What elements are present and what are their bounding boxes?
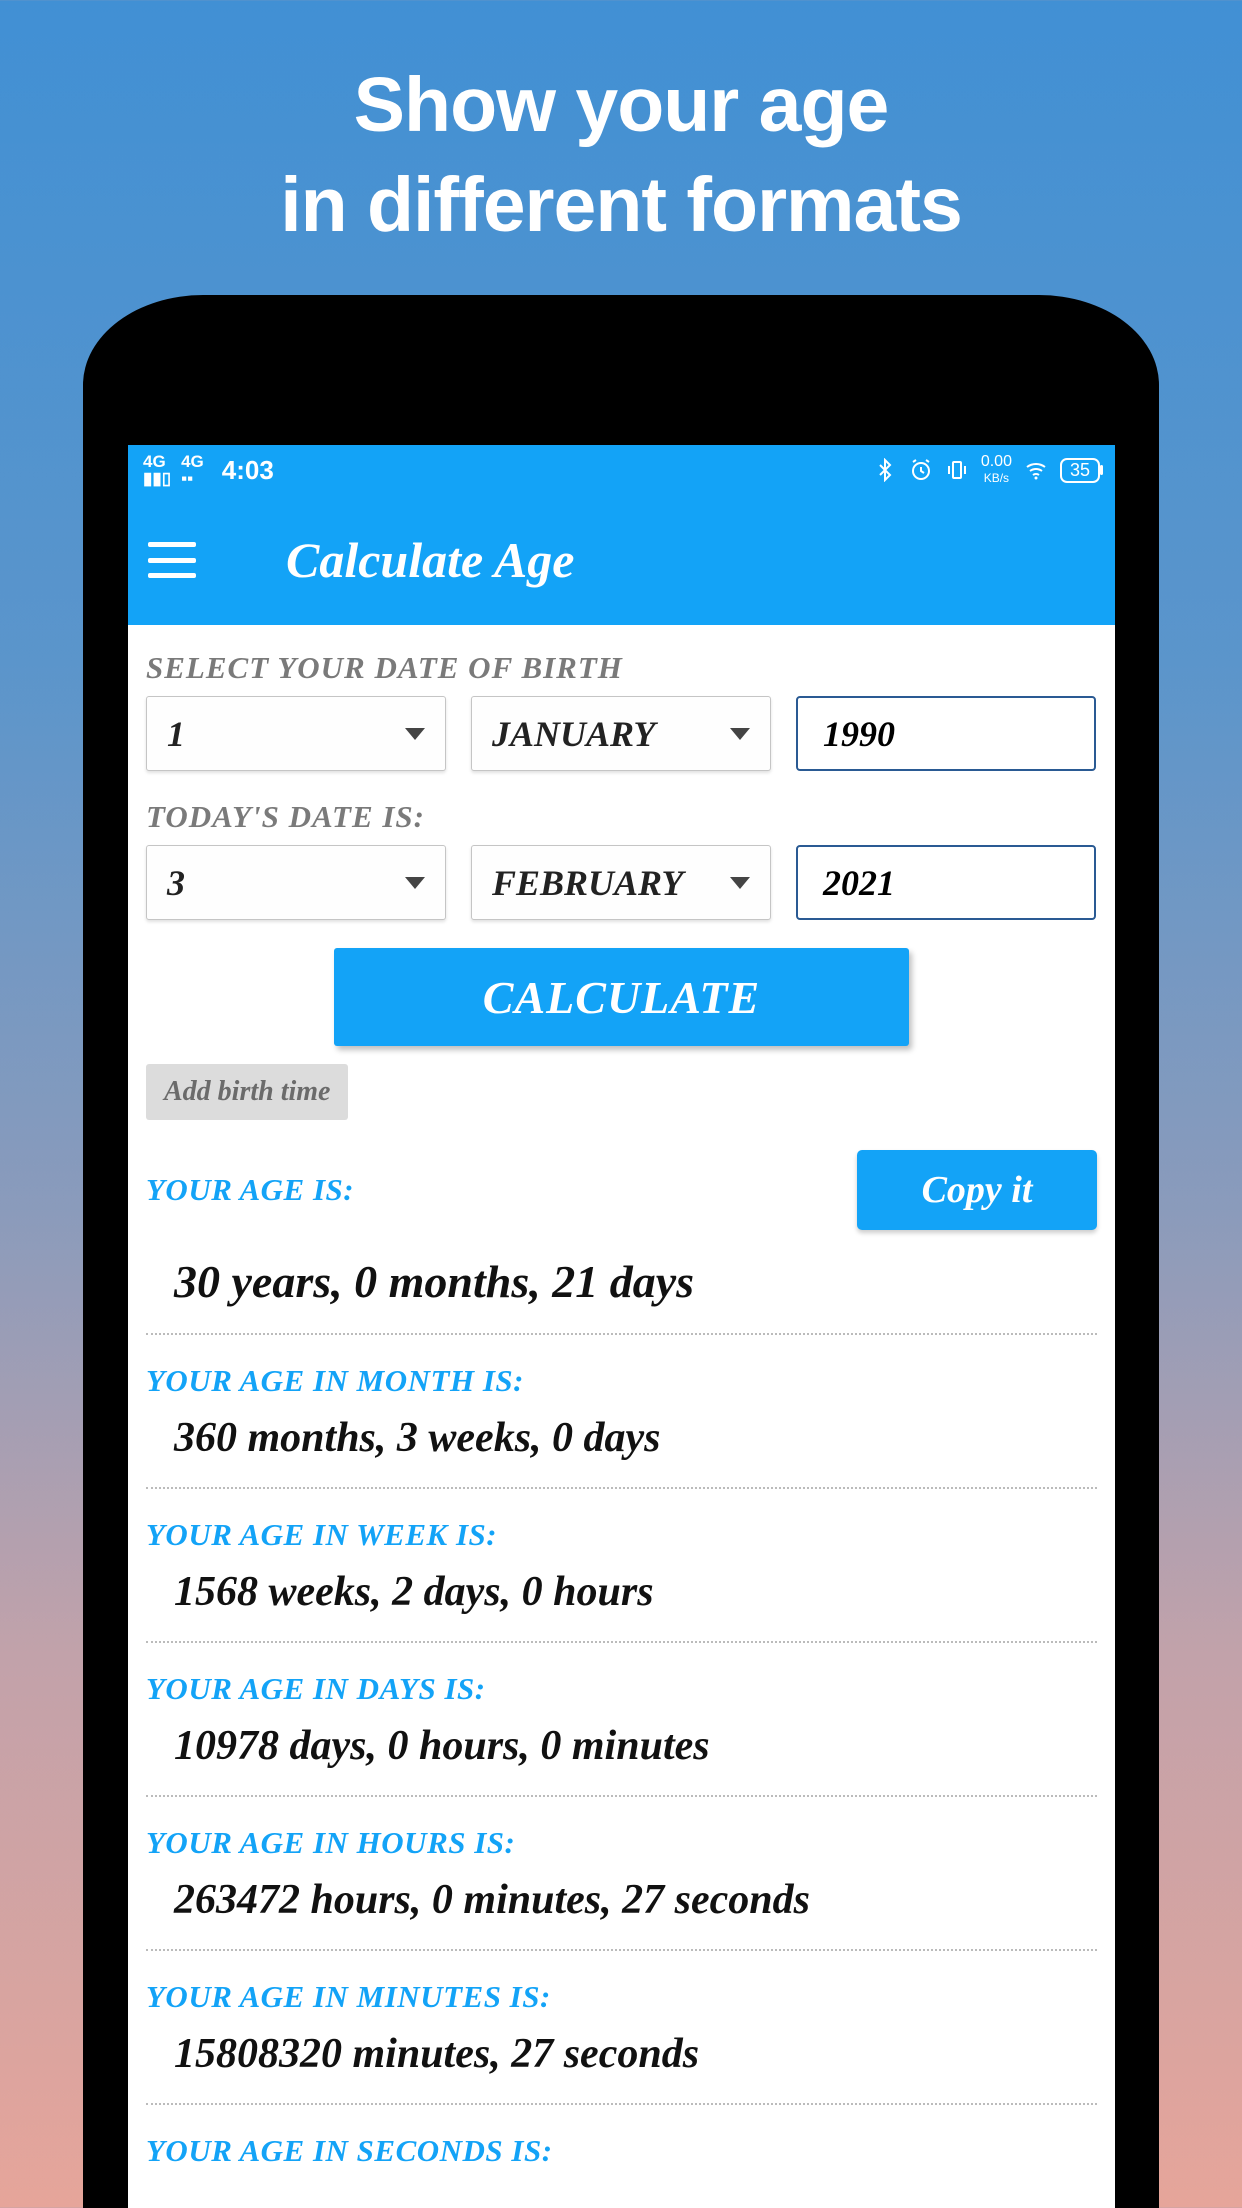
promo-line1: Show your age: [354, 62, 889, 148]
divider: [146, 1641, 1097, 1643]
content: SELECT YOUR DATE OF BIRTH 1 JANUARY 1990…: [128, 625, 1115, 2169]
age-minutes-label: YOUR AGE IN MINUTES IS:: [146, 1979, 1097, 2015]
data-rate: 0.00KB/s: [981, 454, 1012, 486]
age-label: YOUR AGE IS:: [146, 1172, 354, 1208]
age-week-label: YOUR AGE IN WEEK IS:: [146, 1517, 1097, 1553]
signal-1: 4G▮▮▯: [143, 453, 171, 487]
chevron-down-icon: [730, 877, 750, 889]
chevron-down-icon: [730, 728, 750, 740]
divider: [146, 1949, 1097, 1951]
promo-title: Show your age in different formats: [0, 0, 1242, 255]
age-week-value: 1568 weeks, 2 days, 0 hours: [146, 1553, 1097, 1641]
divider: [146, 1795, 1097, 1797]
age-hours-value: 263472 hours, 0 minutes, 27 seconds: [146, 1861, 1097, 1949]
age-value: 30 years, 0 months, 21 days: [146, 1230, 1097, 1333]
today-month-value: FEBRUARY: [492, 862, 683, 904]
today-month-dropdown[interactable]: FEBRUARY: [471, 845, 771, 920]
menu-icon[interactable]: [148, 542, 196, 578]
dob-year-value: 1990: [823, 713, 895, 755]
age-days-value: 10978 days, 0 hours, 0 minutes: [146, 1707, 1097, 1795]
today-year-input[interactable]: 2021: [796, 845, 1096, 920]
bluetooth-icon: [873, 458, 897, 482]
today-day-value: 3: [167, 862, 185, 904]
phone-frame: 4G▮▮▯ 4G▪▪ 4:03 0.00KB/s: [83, 295, 1159, 2208]
divider: [146, 2103, 1097, 2105]
vibrate-icon: [945, 458, 969, 482]
age-month-label: YOUR AGE IN MONTH IS:: [146, 1363, 1097, 1399]
age-days-label: YOUR AGE IN DAYS IS:: [146, 1671, 1097, 1707]
signal-2: 4G▪▪: [181, 453, 204, 487]
divider: [146, 1333, 1097, 1335]
app-title: Calculate Age: [286, 531, 574, 589]
today-row: 3 FEBRUARY 2021: [146, 845, 1097, 920]
wifi-icon: [1024, 458, 1048, 482]
status-time: 4:03: [222, 455, 274, 486]
phone-screen: 4G▮▮▯ 4G▪▪ 4:03 0.00KB/s: [128, 445, 1115, 2208]
dob-month-value: JANUARY: [492, 713, 655, 755]
divider: [146, 1487, 1097, 1489]
chevron-down-icon: [405, 728, 425, 740]
add-birth-time-button[interactable]: Add birth time: [146, 1064, 348, 1120]
age-month-value: 360 months, 3 weeks, 0 days: [146, 1399, 1097, 1487]
today-day-dropdown[interactable]: 3: [146, 845, 446, 920]
dob-row: 1 JANUARY 1990: [146, 696, 1097, 771]
status-bar: 4G▮▮▯ 4G▪▪ 4:03 0.00KB/s: [128, 445, 1115, 495]
dob-year-input[interactable]: 1990: [796, 696, 1096, 771]
age-minutes-value: 15808320 minutes, 27 seconds: [146, 2015, 1097, 2103]
battery-indicator: 35: [1060, 458, 1100, 483]
today-year-value: 2021: [823, 862, 895, 904]
today-label: TODAY'S DATE IS:: [146, 799, 1097, 835]
dob-label: SELECT YOUR DATE OF BIRTH: [146, 650, 1097, 686]
promo-line2: in different formats: [280, 162, 962, 248]
calculate-button[interactable]: CALCULATE: [334, 948, 909, 1046]
chevron-down-icon: [405, 877, 425, 889]
dob-month-dropdown[interactable]: JANUARY: [471, 696, 771, 771]
age-hours-label: YOUR AGE IN HOURS IS:: [146, 1825, 1097, 1861]
age-seconds-label: YOUR AGE IN SECONDS IS:: [146, 2133, 1097, 2169]
app-bar: Calculate Age: [128, 495, 1115, 625]
dob-day-value: 1: [167, 713, 185, 755]
copy-button[interactable]: Copy it: [857, 1150, 1097, 1230]
alarm-icon: [909, 458, 933, 482]
dob-day-dropdown[interactable]: 1: [146, 696, 446, 771]
